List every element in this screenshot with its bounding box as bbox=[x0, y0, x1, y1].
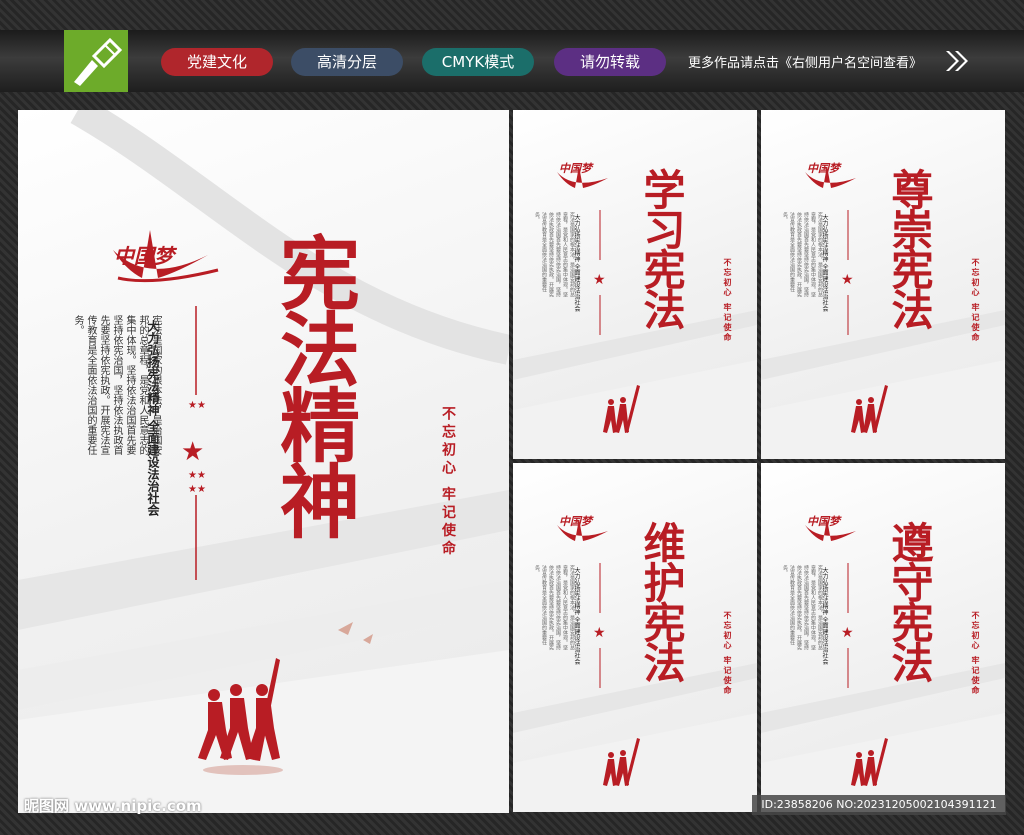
poster-body-text: 宪法是国家的根本法，是治国安邦的总章程，是党和人民意志的集中体现。坚持依法治国首… bbox=[72, 315, 161, 455]
poster-revere-constitution: ★ 中国梦 尊崇宪法 大力弘扬宪法精神 全面建设法治社会 宪法是国家的根本法，是… bbox=[761, 110, 1005, 459]
china-dream-logo: 中国梦 bbox=[807, 162, 840, 175]
poster-title: 学习宪法 bbox=[637, 168, 686, 328]
poster-learn-constitution: ★ 中国梦 学习宪法 大力弘扬宪法精神 全面建设法治社会 宪法是国家的根本法，是… bbox=[513, 110, 757, 459]
poster-slogan: 不忘初心 牢记使命 bbox=[723, 258, 733, 343]
poster-slogan: 不忘初心 牢记使命 bbox=[971, 611, 981, 696]
poster-body-text: 宪法是国家的根本法，是治国安邦的总章程，是党和人民意志的集中体现。坚持依法治国首… bbox=[782, 212, 823, 297]
image-id-bar: ID:23858206 NO:20231205002104391121 bbox=[752, 795, 1006, 815]
main-poster: ★★ ★ ★★ ★★ 中国梦 宪法精神 大力弘扬宪法精神 全面建设法治社会 宪法… bbox=[18, 110, 509, 813]
poster-body-text: 宪法是国家的根本法，是治国安邦的总章程，是党和人民意志的集中体现。坚持依法治国首… bbox=[534, 565, 575, 650]
tag-party-culture[interactable]: 党建文化 bbox=[161, 48, 273, 76]
poster-title: 尊崇宪法 bbox=[885, 168, 934, 328]
svg-text:★: ★ bbox=[593, 272, 606, 288]
poster-body-text: 宪法是国家的根本法，是治国安邦的总章程，是党和人民意志的集中体现。坚持依法治国首… bbox=[782, 565, 823, 650]
poster-title: 遵守宪法 bbox=[885, 521, 934, 681]
poster-body-text: 宪法是国家的根本法，是治国安邦的总章程，是党和人民意志的集中体现。坚持依法治国首… bbox=[534, 212, 575, 297]
poster-safeguard-constitution: ★ 中国梦 维护宪法 大力弘扬宪法精神 全面建设法治社会 宪法是国家的根本法，是… bbox=[513, 463, 757, 812]
svg-text:★: ★ bbox=[841, 272, 854, 288]
svg-text:★: ★ bbox=[593, 625, 606, 641]
poster-background-deco: ★★ ★ ★★ ★★ bbox=[18, 110, 509, 813]
tag-cmyk[interactable]: CMYK模式 bbox=[422, 48, 534, 76]
svg-text:★: ★ bbox=[841, 625, 854, 641]
pen-nib-icon bbox=[74, 37, 123, 86]
svg-text:★★: ★★ bbox=[188, 470, 206, 481]
poster-abide-constitution: ★ 中国梦 遵守宪法 大力弘扬宪法精神 全面建设法治社会 宪法是国家的根本法，是… bbox=[761, 463, 1005, 812]
china-dream-logo: 中国梦 bbox=[559, 162, 592, 175]
svg-text:★: ★ bbox=[181, 437, 204, 467]
poster-title: 维护宪法 bbox=[637, 521, 686, 681]
poster-slogan: 不忘初心 牢记使命 bbox=[723, 611, 733, 696]
more-works-link[interactable]: 更多作品请点击《右侧用户名空间查看》 bbox=[688, 52, 922, 71]
site-watermark: 昵图网 www.nipic.com bbox=[24, 797, 202, 815]
china-dream-logo: 中国梦 bbox=[114, 244, 174, 268]
china-dream-logo: 中国梦 bbox=[559, 515, 592, 528]
china-dream-logo: 中国梦 bbox=[807, 515, 840, 528]
tag-no-repost[interactable]: 请勿转载 bbox=[554, 48, 666, 76]
poster-slogan: 不忘初心 牢记使命 bbox=[440, 406, 456, 559]
poster-slogan: 不忘初心 牢记使命 bbox=[971, 258, 981, 343]
svg-text:★★: ★★ bbox=[188, 484, 206, 495]
poster-title: 宪法精神 bbox=[267, 232, 361, 536]
tag-hd-layers[interactable]: 高清分层 bbox=[291, 48, 403, 76]
double-arrow-icon[interactable] bbox=[944, 48, 970, 74]
svg-text:★★: ★★ bbox=[188, 400, 206, 411]
pen-nib-logo bbox=[64, 30, 128, 92]
